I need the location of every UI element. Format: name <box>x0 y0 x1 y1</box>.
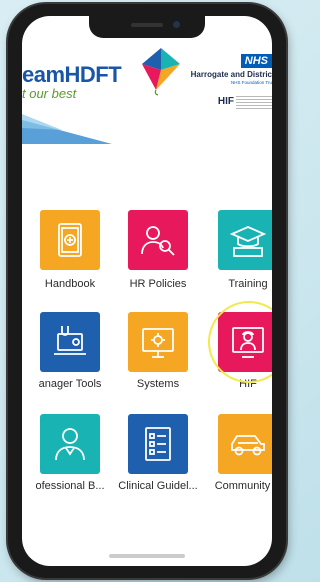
phone-notch <box>89 16 205 38</box>
gear-monitor-icon <box>142 328 174 358</box>
tile-label-professional: ofessional B... <box>35 480 105 492</box>
graduation-cap-icon <box>229 226 267 257</box>
professional-tile[interactable] <box>40 414 100 474</box>
trust-subtitle: NHS Foundation Tru <box>230 80 272 85</box>
home-indicator[interactable] <box>109 554 185 558</box>
app-screen: eamHDFT t our best NHS Harrogate and Dis… <box>22 16 272 566</box>
trust-name: Harrogate and Distric <box>190 70 272 79</box>
clinical-guidelines-tile[interactable] <box>128 414 188 474</box>
header-swoosh <box>22 114 112 144</box>
handbook-tile[interactable] <box>40 210 100 270</box>
training-tile[interactable] <box>218 210 272 270</box>
brand-tagline: t our best <box>22 86 77 101</box>
tile-label-community: Community C <box>214 480 272 492</box>
nhs-logo: NHS <box>240 54 272 68</box>
manager-tools-tile[interactable] <box>40 312 100 372</box>
handbook-icon <box>58 223 82 257</box>
front-camera <box>173 21 180 28</box>
systems-tile[interactable] <box>128 312 188 372</box>
speaker-grille <box>131 23 163 27</box>
brand-title: eamHDFT <box>22 62 122 87</box>
tile-label-manager-tools: anager Tools <box>38 378 102 390</box>
kite-logo-icon <box>142 48 180 96</box>
checklist-icon <box>145 427 171 461</box>
car-icon <box>231 435 265 456</box>
community-tile[interactable] <box>218 414 272 474</box>
tile-label-handbook: Handbook <box>44 278 96 290</box>
hif-logo-lines <box>236 95 272 109</box>
tile-label-hr-policies: HR Policies <box>129 278 187 290</box>
tile-label-systems: Systems <box>136 378 180 390</box>
tile-label-training: Training <box>228 278 268 290</box>
hif-logo-text: HIF <box>217 96 234 107</box>
hr-policies-icon <box>141 226 175 256</box>
tile-label-clinical-guidelines: Clinical Guidel... <box>118 480 198 492</box>
hr-policies-tile[interactable] <box>128 210 188 270</box>
phone-frame: eamHDFT t our best NHS Harrogate and Dis… <box>8 4 286 578</box>
stethoscope-laptop-icon <box>54 326 86 355</box>
doctor-icon <box>55 428 85 461</box>
